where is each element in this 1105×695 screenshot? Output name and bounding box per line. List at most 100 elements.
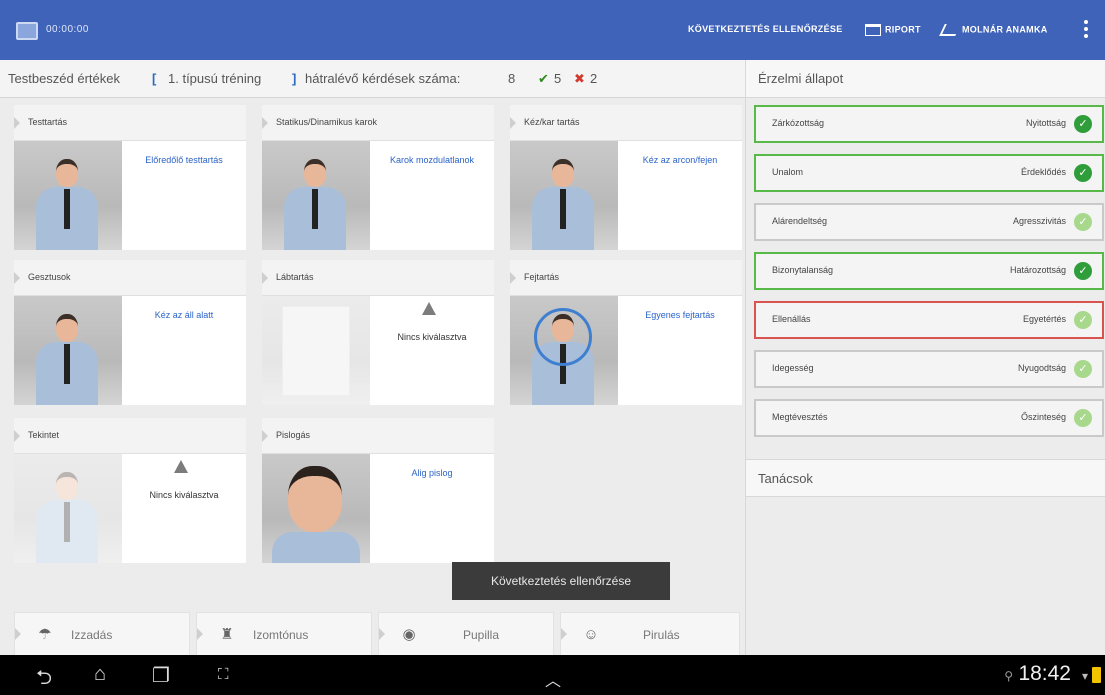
check-icon: ✔	[538, 71, 549, 86]
conclusion-check-button[interactable]: KÖVETKEZTETÉS ELLENŐRZÉSE	[688, 24, 843, 34]
emotion-left-label: Unalom	[772, 167, 804, 177]
expand-arrow-icon	[14, 117, 20, 129]
check-circle-icon: ✓	[1074, 115, 1092, 133]
emotion-left-label: Alárendeltség	[772, 216, 828, 226]
remaining-count: 8	[508, 71, 516, 86]
check-circle-icon: ✓	[1074, 164, 1092, 182]
expand-arrow-icon	[510, 117, 516, 129]
expand-arrow-icon	[262, 272, 268, 284]
card-status-text: Nincs kiválasztva	[397, 332, 467, 342]
wrong-count: 2	[590, 71, 598, 86]
right-panel: Érzelmi állapot Zárkózottság Nyitottság …	[745, 60, 1105, 655]
home-icon[interactable]: ⌂	[94, 663, 106, 686]
emotion-right-label: Őszinteség	[1020, 412, 1066, 422]
connect-icon	[939, 24, 961, 36]
card-blinking[interactable]: Pislogás Alig pislog	[262, 418, 494, 563]
emotion-row[interactable]: Megtévesztés Őszinteség ✓	[754, 399, 1104, 437]
check-circle-icon: ✓	[1074, 409, 1092, 427]
emotion-row[interactable]: Unalom Érdeklődés ✓	[754, 154, 1104, 192]
card-title: Kéz/kar tartás	[524, 117, 580, 127]
tab-label: Pirulás	[643, 628, 680, 642]
emotion-right-label: Agresszivitás	[1012, 216, 1066, 226]
back-icon[interactable]: ⮌	[36, 663, 52, 695]
card-status-link[interactable]: Egyenes fejtartás	[622, 310, 738, 321]
report-button[interactable]: RIPORT	[865, 24, 921, 36]
emotion-right-label: Egyetértés	[1022, 314, 1066, 324]
card-posture[interactable]: Testtartás Előredőlő testtartás	[14, 105, 246, 250]
battery-icon	[1092, 667, 1101, 683]
remaining-label: hátralévő kérdések száma:	[305, 71, 461, 86]
emotion-right-label: Határozottság	[1009, 265, 1066, 275]
gestures-photo	[14, 296, 122, 405]
card-status-link[interactable]: Előredőlő testtartás	[126, 155, 242, 166]
card-gestures[interactable]: Gesztusok Kéz az áll alatt	[14, 260, 246, 405]
cross-icon: ✖	[574, 71, 585, 86]
check-circle-icon: ✓	[1074, 311, 1092, 329]
emotion-row[interactable]: Zárkózottság Nyitottság ✓	[754, 105, 1104, 143]
emotion-right-label: Nyugodtság	[1017, 363, 1066, 373]
card-title: Testtartás	[28, 117, 68, 127]
report-icon	[865, 24, 881, 36]
conclusion-check-label: KÖVETKEZTETÉS ELLENŐRZÉSE	[688, 24, 843, 34]
tab-sweating[interactable]: ☂ Izzadás	[14, 612, 190, 656]
card-title: Tekintet	[28, 430, 60, 440]
wifi-icon: ▾	[1081, 669, 1088, 683]
emotion-left-label: Zárkózottság	[772, 118, 825, 128]
app-logo-icon[interactable]	[16, 22, 38, 40]
tab-muscle-tone[interactable]: ♜ Izomtónus	[196, 612, 372, 656]
chevron-up-icon[interactable]: ︿	[545, 667, 561, 691]
emotion-row[interactable]: Bizonytalanság Határozottság ✓	[754, 252, 1104, 290]
screenshot-icon[interactable]: ⛶	[218, 666, 229, 683]
card-title: Gesztusok	[28, 272, 71, 282]
emotion-row[interactable]: Ellenállás Egyetértés ✓	[754, 301, 1104, 339]
muscle-icon: ♜	[220, 626, 234, 643]
card-title: Lábtartás	[276, 272, 314, 282]
card-hand-arm[interactable]: Kéz/kar tartás Kéz az arcon/fejen	[510, 105, 742, 250]
warning-icon	[422, 302, 436, 315]
timer-label: 00:00:00	[46, 24, 89, 35]
emotion-left-label: Idegesség	[772, 363, 814, 373]
training-header: Testbeszéd értékek [ 1. típusú tréning ]…	[0, 60, 745, 98]
tab-label: Izomtónus	[253, 628, 309, 642]
emotion-row[interactable]: Alárendeltség Agresszivitás ✓	[754, 203, 1104, 241]
bracket-close: ]	[292, 71, 297, 86]
card-status-link[interactable]: Karok mozdulatlanok	[374, 155, 490, 166]
card-arms[interactable]: Statikus/Dinamikus karok Karok mozdulatl…	[262, 105, 494, 250]
sweat-icon: ☂	[38, 626, 52, 643]
card-status-link[interactable]: Alig pislog	[374, 468, 490, 479]
tab-label: Izzadás	[71, 628, 113, 642]
card-head-position[interactable]: Fejtartás Egyenes fejtartás	[510, 260, 742, 405]
check-circle-icon: ✓	[1074, 360, 1092, 378]
recent-apps-icon[interactable]: ❐	[152, 663, 170, 688]
expand-arrow-icon	[14, 430, 20, 442]
card-status-link[interactable]: Kéz az áll alatt	[126, 310, 242, 321]
card-title: Fejtartás	[524, 272, 560, 282]
report-label: RIPORT	[885, 24, 921, 35]
legs-photo	[262, 296, 370, 405]
posture-photo	[14, 141, 122, 250]
action-bar: 00:00:00 KÖVETKEZTETÉS ELLENŐRZÉSE RIPOR…	[0, 0, 1105, 60]
card-status-text: Nincs kiválasztva	[149, 490, 219, 500]
bracket-open: [	[152, 71, 157, 86]
eye-icon: ◉	[402, 626, 416, 643]
arms-photo	[262, 141, 370, 250]
training-type[interactable]: 1. típusú tréning	[168, 71, 261, 86]
blinking-photo	[262, 454, 370, 563]
connect-label: MOLNÁR ANAMKA	[962, 24, 1048, 35]
gaze-photo	[14, 454, 122, 563]
card-title: Pislogás	[276, 430, 311, 440]
emotion-right-label: Nyitottság	[1025, 118, 1066, 128]
tab-blushing[interactable]: ☺ Pirulás	[560, 612, 740, 656]
card-gaze[interactable]: Tekintet Nincs kiválasztva	[14, 418, 246, 563]
head-position-photo	[510, 296, 618, 405]
emotion-left-label: Bizonytalanság	[772, 265, 834, 275]
card-status-link[interactable]: Kéz az arcon/fejen	[622, 155, 738, 166]
tab-pupil[interactable]: ◉ Pupilla	[378, 612, 554, 656]
overflow-menu-icon[interactable]	[1083, 20, 1089, 42]
toast-message: Következtetés ellenőrzése	[452, 562, 670, 600]
location-icon: ⚲	[1004, 669, 1013, 683]
connect-button[interactable]: MOLNÁR ANAMKA	[939, 24, 1048, 36]
emotion-row[interactable]: Idegesség Nyugodtság ✓	[754, 350, 1104, 388]
card-legs[interactable]: Lábtartás Nincs kiválasztva	[262, 260, 494, 405]
expand-arrow-icon	[262, 430, 268, 442]
